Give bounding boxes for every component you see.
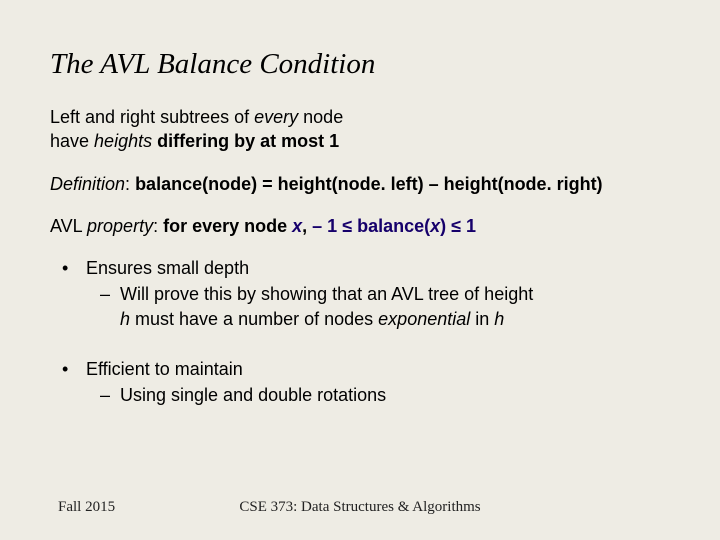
text: Will prove this by showing that an AVL t… [120, 284, 533, 304]
text-bold: differing by at most 1 [152, 131, 339, 151]
var-h: h [120, 309, 130, 329]
text: , [302, 216, 312, 236]
list-item: Using single and double rotations [86, 383, 670, 407]
definition-line: Definition: balance(node) = height(node.… [50, 172, 670, 196]
text: AVL [50, 216, 87, 236]
list-item: Efficient to maintain Using single and d… [50, 357, 670, 408]
sub-list: Will prove this by showing that an AVL t… [86, 282, 670, 331]
footer-term: Fall 2015 [58, 499, 115, 516]
sub-list: Using single and double rotations [86, 383, 670, 407]
list-item: Ensures small depth Will prove this by s… [50, 256, 670, 331]
intro-paragraph: Left and right subtrees of every node ha… [50, 105, 670, 154]
text: must have a number of nodes [130, 309, 378, 329]
one: 1 [461, 216, 476, 236]
text: node [298, 107, 343, 127]
le-icon: ≤ [451, 216, 461, 236]
balance-close: ) [440, 216, 451, 236]
text: Left and right subtrees of [50, 107, 254, 127]
text-em: every [254, 107, 298, 127]
slide: The AVL Balance Condition Left and right… [0, 0, 720, 540]
var-h: h [494, 309, 504, 329]
bullet-text: Ensures small depth [86, 258, 249, 278]
slide-body: Left and right subtrees of every node ha… [50, 105, 670, 408]
def-label: Definition [50, 174, 125, 194]
text: in [470, 309, 494, 329]
avl-property-line: AVL property: for every node x, – 1 ≤ ba… [50, 214, 670, 238]
balance-open: balance( [352, 216, 430, 236]
neg-one: – 1 [312, 216, 342, 236]
slide-title: The AVL Balance Condition [50, 48, 670, 81]
var-x: x [292, 216, 302, 236]
bullet-list: Ensures small depth Will prove this by s… [50, 256, 670, 407]
text-em: heights [94, 131, 152, 151]
var-x: x [430, 216, 440, 236]
text: have [50, 131, 94, 151]
le-icon: ≤ [342, 216, 352, 236]
def-body: balance(node) = height(node. left) – hei… [135, 174, 603, 194]
text: Using single and double rotations [120, 385, 386, 405]
bullet-text: Efficient to maintain [86, 359, 243, 379]
text-bold: for every node [163, 216, 292, 236]
text: : [125, 174, 135, 194]
text-em: exponential [378, 309, 470, 329]
footer: Fall 2015 CSE 373: Data Structures & Alg… [0, 499, 720, 516]
list-item: Will prove this by showing that an AVL t… [86, 282, 670, 331]
text: : [153, 216, 163, 236]
text-em: property [87, 216, 153, 236]
